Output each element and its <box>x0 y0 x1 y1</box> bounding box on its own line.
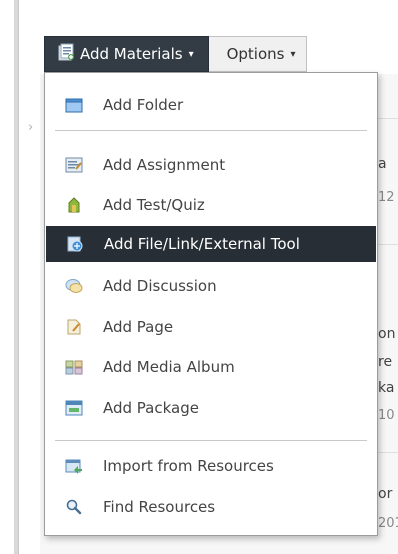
background-text: 12 <box>378 190 395 205</box>
menu-item-add-test-quiz[interactable]: Add Test/Quiz <box>45 187 377 223</box>
find-icon <box>65 499 83 515</box>
add-materials-label: Add Materials <box>80 45 183 63</box>
chevron-down-icon: ▾ <box>188 48 194 60</box>
background-text: a <box>378 156 387 172</box>
options-label: Options <box>226 45 285 63</box>
menu-item-add-page[interactable]: Add Page <box>45 309 377 345</box>
menu-item-label: Add Package <box>103 399 199 417</box>
menu-item-label: Add Folder <box>103 96 184 114</box>
add-materials-dropdown-menu: Add Folder Add Assignment Add Test/Quiz <box>44 72 378 536</box>
menu-item-label: Add Media Album <box>103 358 235 376</box>
menu-item-import-from-resources[interactable]: Import from Resources <box>45 448 377 484</box>
add-materials-icon <box>58 43 74 65</box>
folder-icon <box>65 97 83 113</box>
quiz-icon <box>65 197 83 213</box>
menu-item-add-assignment[interactable]: Add Assignment <box>45 147 377 183</box>
background-text: 10 <box>378 408 395 423</box>
menu-item-add-discussion[interactable]: Add Discussion <box>45 268 377 304</box>
menu-separator <box>55 440 367 441</box>
options-button[interactable]: Options ▾ <box>208 36 307 72</box>
menu-item-add-folder[interactable]: Add Folder <box>45 87 377 123</box>
menu-item-label: Add File/Link/External Tool <box>104 235 300 253</box>
menu-item-add-media-album[interactable]: Add Media Album <box>45 349 377 385</box>
menu-item-add-file-link-external-tool[interactable]: Add File/Link/External Tool <box>46 226 376 262</box>
file-link-icon <box>66 236 84 252</box>
menu-item-add-package[interactable]: Add Package <box>45 390 377 426</box>
left-frame-border <box>14 0 19 554</box>
menu-item-label: Import from Resources <box>103 457 274 475</box>
collapse-arrow-icon[interactable]: › <box>28 120 33 135</box>
background-text: re <box>378 354 393 370</box>
menu-item-label: Add Page <box>103 318 174 336</box>
package-icon <box>65 400 83 416</box>
background-text: 201 <box>378 516 398 531</box>
menu-item-find-resources[interactable]: Find Resources <box>45 489 377 525</box>
menu-item-label: Add Test/Quiz <box>103 196 205 214</box>
assignment-icon <box>65 157 83 173</box>
chevron-down-icon: ▾ <box>290 48 296 60</box>
background-text: or <box>378 486 393 502</box>
menu-item-label: Add Assignment <box>103 156 226 174</box>
menu-item-label: Add Discussion <box>103 277 217 295</box>
discussion-icon <box>65 278 83 294</box>
background-text: ka <box>378 380 395 396</box>
background-text: on <box>378 326 396 342</box>
menu-item-label: Find Resources <box>103 498 216 516</box>
menu-separator <box>55 130 367 131</box>
page-icon <box>65 319 83 335</box>
materials-toolbar: Add Materials ▾ Options ▾ <box>44 36 307 72</box>
import-icon <box>65 458 83 474</box>
add-materials-button[interactable]: Add Materials ▾ <box>44 36 209 72</box>
media-album-icon <box>65 359 83 375</box>
